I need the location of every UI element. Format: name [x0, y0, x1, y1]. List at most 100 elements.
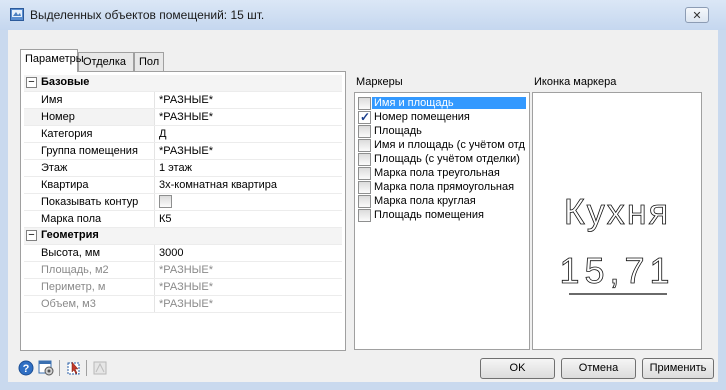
property-label: Номер: [24, 109, 155, 125]
property-label: Высота, мм: [24, 245, 155, 261]
property-label: Квартира: [24, 177, 155, 193]
pick-objects-icon[interactable]: [66, 360, 82, 376]
property-row-height[interactable]: Высота, мм 3000: [24, 245, 342, 262]
property-row-number[interactable]: Номер *РАЗНЫЕ*: [24, 109, 342, 126]
show-contour-checkbox[interactable]: [159, 195, 172, 208]
property-value[interactable]: *РАЗНЫЕ*: [159, 143, 213, 159]
marker-checkbox[interactable]: [358, 209, 371, 222]
app-icon: [10, 8, 24, 21]
marker-checkbox[interactable]: [358, 153, 371, 166]
marker-label: Площадь помещения: [374, 209, 484, 221]
property-label: Периметр, м: [24, 279, 155, 295]
property-row-apartment[interactable]: Квартира 3х-комнатная квартира: [24, 177, 342, 194]
check-icon: ✓: [360, 110, 371, 124]
toolbar-separator: [86, 360, 87, 376]
category-geometry[interactable]: − Геометрия: [24, 228, 342, 245]
help-icon[interactable]: ?: [18, 360, 34, 376]
marker-label: Имя и площадь: [372, 97, 526, 109]
marker-checkbox[interactable]: [358, 139, 371, 152]
apply-button[interactable]: Применить: [642, 358, 714, 379]
property-row-category[interactable]: Категория Д: [24, 126, 342, 143]
list-item[interactable]: Марка пола треугольная: [355, 166, 529, 180]
markers-label: Маркеры: [356, 76, 403, 88]
property-value[interactable]: *РАЗНЫЕ*: [159, 109, 213, 125]
settings-icon[interactable]: [38, 360, 54, 376]
tab-parameters[interactable]: Параметры: [20, 49, 84, 72]
property-value[interactable]: *РАЗНЫЕ*: [159, 92, 213, 108]
marker-checkbox[interactable]: ✓: [358, 110, 371, 124]
marker-icon-label: Иконка маркера: [534, 76, 617, 88]
property-label: Показывать контур: [24, 194, 155, 210]
markers-list[interactable]: Имя и площадь ✓ Номер помещения Площадь …: [354, 92, 530, 350]
category-base[interactable]: − Базовые: [24, 75, 342, 92]
tab-finish[interactable]: Отделка: [78, 52, 134, 71]
marker-icon-preview: Кухня 15,71: [532, 92, 702, 350]
collapse-icon[interactable]: −: [26, 230, 37, 241]
property-value: *РАЗНЫЕ*: [159, 281, 214, 293]
property-row-floor[interactable]: Этаж 1 этаж: [24, 160, 342, 177]
collapse-icon[interactable]: −: [26, 77, 37, 88]
property-row-floor-mark[interactable]: Марка пола К5: [24, 211, 342, 228]
list-item[interactable]: Площадь помещения: [355, 208, 529, 222]
disabled-tool-icon: [93, 361, 107, 375]
property-row-name[interactable]: Имя *РАЗНЫЕ*: [24, 92, 342, 109]
svg-text:?: ?: [23, 363, 30, 375]
property-label: Объем, м3: [24, 296, 155, 312]
toolbar-separator: [59, 360, 60, 376]
marker-label: Марка пола круглая: [374, 195, 476, 207]
preview-name-text: Кухня: [564, 191, 670, 232]
list-item[interactable]: Имя и площадь (с учётом отд: [355, 138, 529, 152]
marker-checkbox[interactable]: [358, 97, 371, 110]
property-value[interactable]: 3х-комнатная квартира: [159, 177, 277, 193]
dialog-client: Параметры Отделка Пол − Базовые Имя *РАЗ…: [8, 30, 718, 382]
marker-label: Марка пола треугольная: [374, 167, 500, 179]
tab-floor[interactable]: Пол: [134, 52, 164, 71]
list-item[interactable]: ✓ Номер помещения: [355, 110, 529, 124]
property-grid: − Базовые Имя *РАЗНЫЕ* Номер *РАЗНЫЕ* Ка…: [24, 75, 342, 313]
property-row-show-contour[interactable]: Показывать контур: [24, 194, 342, 211]
category-label: Геометрия: [41, 229, 99, 241]
property-value: *РАЗНЫЕ*: [159, 298, 214, 310]
marker-checkbox[interactable]: [358, 195, 371, 208]
property-label: Имя: [24, 92, 155, 108]
category-label: Базовые: [41, 76, 90, 88]
cancel-button[interactable]: Отмена: [561, 358, 636, 379]
property-row-area: Площадь, м2 *РАЗНЫЕ*: [24, 262, 342, 279]
marker-label: Площадь (с учётом отделки): [374, 153, 520, 165]
property-value[interactable]: Д: [159, 126, 166, 142]
marker-checkbox[interactable]: [358, 181, 371, 194]
list-item[interactable]: Марка пола круглая: [355, 194, 529, 208]
marker-checkbox[interactable]: [358, 167, 371, 180]
list-item[interactable]: Имя и площадь: [355, 96, 529, 110]
list-item[interactable]: Площадь (с учётом отделки): [355, 152, 529, 166]
close-button[interactable]: ✕: [685, 7, 709, 23]
property-row-perimeter: Периметр, м *РАЗНЫЕ*: [24, 279, 342, 296]
property-value[interactable]: К5: [159, 211, 172, 227]
marker-preview-drawing: Кухня 15,71: [559, 191, 674, 295]
marker-label: Номер помещения: [374, 111, 470, 123]
list-item[interactable]: Марка пола прямоугольная: [355, 180, 529, 194]
marker-label: Марка пола прямоугольная: [374, 181, 515, 193]
property-row-volume: Объем, м3 *РАЗНЫЕ*: [24, 296, 342, 313]
property-value[interactable]: 1 этаж: [159, 160, 192, 176]
title-bar: Выделенных объектов помещений: 15 шт. ✕: [0, 0, 726, 30]
property-row-group[interactable]: Группа помещения *РАЗНЫЕ*: [24, 143, 342, 160]
marker-label: Имя и площадь (с учётом отд: [374, 139, 525, 151]
close-icon: ✕: [692, 9, 702, 22]
preview-area-text: 15,71: [559, 250, 674, 291]
tab-label: Параметры: [25, 53, 84, 65]
property-label: Площадь, м2: [24, 262, 155, 278]
property-label: Марка пола: [24, 211, 155, 227]
property-label: Категория: [24, 126, 155, 142]
window-title: Выделенных объектов помещений: 15 шт.: [30, 8, 265, 22]
property-label: Этаж: [24, 160, 155, 176]
property-label: Группа помещения: [24, 143, 155, 159]
list-item[interactable]: Площадь: [355, 124, 529, 138]
property-value[interactable]: 3000: [159, 245, 183, 261]
ok-button[interactable]: OK: [480, 358, 555, 379]
tab-label: Пол: [139, 56, 160, 68]
parameters-panel: − Базовые Имя *РАЗНЫЕ* Номер *РАЗНЫЕ* Ка…: [20, 71, 346, 351]
tab-label: Отделка: [83, 56, 126, 68]
marker-checkbox[interactable]: [358, 125, 371, 138]
property-value: *РАЗНЫЕ*: [159, 264, 214, 276]
